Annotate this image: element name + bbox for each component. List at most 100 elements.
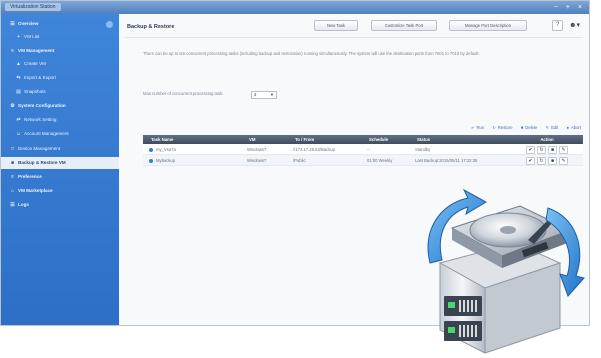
- sidebar-item-label: Preference: [18, 174, 42, 179]
- device-icon: □: [10, 146, 15, 152]
- header-divider: [125, 37, 583, 38]
- delete-action[interactable]: ■ Delete: [521, 125, 538, 130]
- sidebar-item-account-management[interactable]: ☺ Account Management: [1, 128, 119, 140]
- sidebar-item-label: VM Management: [18, 48, 55, 53]
- add-icon: +: [17, 34, 20, 40]
- page-title: Backup & Restore: [127, 24, 175, 30]
- import-export-icon: ⇆: [16, 75, 21, 81]
- sidebar-item-label: Overview: [18, 21, 39, 26]
- restore-icon[interactable]: ↻: [537, 156, 546, 165]
- menu-icon: ≡: [11, 48, 14, 54]
- sidebar-item-label: Create VM: [24, 61, 46, 66]
- sidebar-item-label: Import & Export: [24, 75, 56, 80]
- edit-icon[interactable]: ✎: [559, 156, 568, 165]
- preference-icon: ≡: [11, 174, 14, 180]
- table-row[interactable]: my_Vsa7a Windows7 //172.17.28.53/Backup …: [143, 144, 583, 155]
- task-name-cell: my_Vsa7a: [149, 144, 243, 155]
- sidebar-item-vm-management[interactable]: ≡ VM Management: [1, 45, 119, 57]
- sidebar-item-snapshots[interactable]: ▤ Snapshots: [1, 86, 119, 98]
- column-header-status[interactable]: Status: [415, 135, 515, 144]
- delete-icon[interactable]: ■: [548, 145, 557, 154]
- status-cell: Standby: [415, 147, 431, 152]
- sidebar-item-label: Backup & Restore VM: [18, 160, 66, 165]
- restore-icon[interactable]: ↻: [537, 145, 546, 154]
- task-name: Mybackup: [156, 158, 176, 163]
- status-cell: Last Backup:2015/05/11 17:22:35: [415, 158, 478, 163]
- task-name-cell: Mybackup: [149, 155, 243, 166]
- gear-icon: ⚙: [10, 103, 15, 109]
- vm-cell: Windows7: [247, 158, 267, 163]
- restore-action[interactable]: ↻ Restore: [492, 125, 512, 130]
- sidebar-item-logs[interactable]: ☰ Logs: [1, 199, 119, 211]
- restore-icon: ↻: [492, 125, 496, 130]
- sidebar-item-label: Snapshots: [24, 89, 46, 94]
- edit-action[interactable]: ✎ Edit: [546, 125, 559, 130]
- sidebar-item-label: Device Management: [18, 146, 61, 151]
- task-table: Task Name VM To / From Schedule Status A…: [143, 135, 583, 166]
- logs-icon: ☰: [10, 202, 15, 208]
- manage-port-description-button[interactable]: Manage Port Description: [449, 20, 527, 31]
- column-header-schedule[interactable]: Schedule: [367, 135, 411, 144]
- sidebar-item-label: VM List: [24, 34, 40, 39]
- network-icon: ⇄: [16, 117, 21, 123]
- sidebar-item-label: Account Management: [24, 131, 69, 136]
- task-status-icon: [149, 147, 153, 152]
- collapse-icon[interactable]: [106, 21, 113, 28]
- schedule-cell: 01:00 Weekly: [367, 158, 393, 163]
- concurrent-limit-value: 3: [254, 92, 257, 97]
- delete-label: Delete: [525, 125, 538, 130]
- overview-icon: ☰: [10, 21, 15, 27]
- restore-label: Restore: [497, 125, 513, 130]
- sidebar-item-label: System Configuration: [18, 103, 66, 108]
- delete-icon: ■: [520, 125, 524, 130]
- sidebar: ☰ Overview + VM List ≡ VM Management ▲ Creat…: [1, 14, 119, 325]
- column-header-task-name[interactable]: Task Name: [149, 135, 243, 144]
- task-actions: ✔ Run ↻ Restore ■ Delete ✎ Edit ● Abort: [464, 124, 581, 132]
- sidebar-item-backup-restore[interactable]: ■ Backup & Restore VM: [1, 157, 119, 169]
- sidebar-item-network-setting[interactable]: ⇄ Network Setting: [1, 114, 119, 126]
- sidebar-item-import-export[interactable]: ⇆ Import & Export: [1, 72, 119, 84]
- concurrent-limit-label: Max number of concurrent processing task…: [143, 91, 224, 96]
- sidebar-item-label: Network Setting: [24, 117, 57, 122]
- column-header-vm[interactable]: VM: [247, 135, 289, 144]
- title-bar: Virtualization Station − + ×: [1, 1, 589, 14]
- account-icon: ☺: [15, 131, 22, 137]
- description-text: There can be up to ten concurrent proces…: [143, 51, 480, 56]
- column-header-action: Action: [540, 137, 554, 142]
- run-action[interactable]: ✔ Run: [471, 125, 484, 130]
- table-header: Task Name VM To / From Schedule Status A…: [143, 135, 583, 144]
- edit-icon[interactable]: ✎: [559, 145, 568, 154]
- sidebar-item-device-management[interactable]: □ Device Management: [1, 143, 119, 155]
- delete-icon[interactable]: ■: [548, 156, 557, 165]
- create-icon: ▲: [16, 61, 21, 67]
- sidebar-item-system-configuration[interactable]: ⚙ System Configuration: [1, 100, 119, 112]
- chevron-down-icon: ▼: [270, 92, 274, 97]
- user-menu-icon[interactable]: ☻▾: [569, 20, 580, 31]
- task-status-icon: [149, 158, 153, 163]
- concurrent-limit-select[interactable]: 3 ▼: [251, 91, 277, 99]
- table-row[interactable]: Mybackup Windows7 /Public 01:00 Weekly L…: [143, 155, 583, 166]
- abort-action[interactable]: ● Abort: [566, 125, 581, 130]
- snapshot-icon: ▤: [16, 89, 21, 95]
- abort-icon: ●: [566, 125, 569, 130]
- customize-task-port-button[interactable]: Customize Task Port: [371, 20, 437, 31]
- sidebar-item-create-vm[interactable]: ▲ Create VM: [1, 58, 119, 70]
- app-title: Virtualization Station: [5, 3, 61, 11]
- run-icon[interactable]: ✔: [526, 145, 535, 154]
- sidebar-item-preference[interactable]: ≡ Preference: [1, 171, 119, 183]
- sidebar-item-vm-marketplace[interactable]: ⌂ VM Marketplace: [1, 185, 119, 197]
- run-icon: ✔: [471, 125, 475, 130]
- action-cell: ✔ ↻ ■ ✎: [515, 144, 579, 155]
- sidebar-item-overview[interactable]: ☰ Overview: [1, 18, 119, 30]
- sidebar-item-label: Logs: [18, 202, 29, 207]
- window-controls[interactable]: − + ×: [554, 3, 585, 12]
- new-task-button[interactable]: New Task: [314, 20, 358, 31]
- to-from-cell: //172.17.28.53/Backup: [293, 147, 335, 152]
- edit-icon: ✎: [545, 125, 550, 130]
- column-header-to-from[interactable]: To / From: [293, 135, 363, 144]
- help-button[interactable]: ?: [552, 20, 563, 31]
- run-icon[interactable]: ✔: [526, 156, 535, 165]
- run-label: Run: [476, 125, 485, 130]
- sidebar-item-vm-list[interactable]: + VM List: [1, 31, 119, 43]
- vm-cell: Windows7: [247, 147, 267, 152]
